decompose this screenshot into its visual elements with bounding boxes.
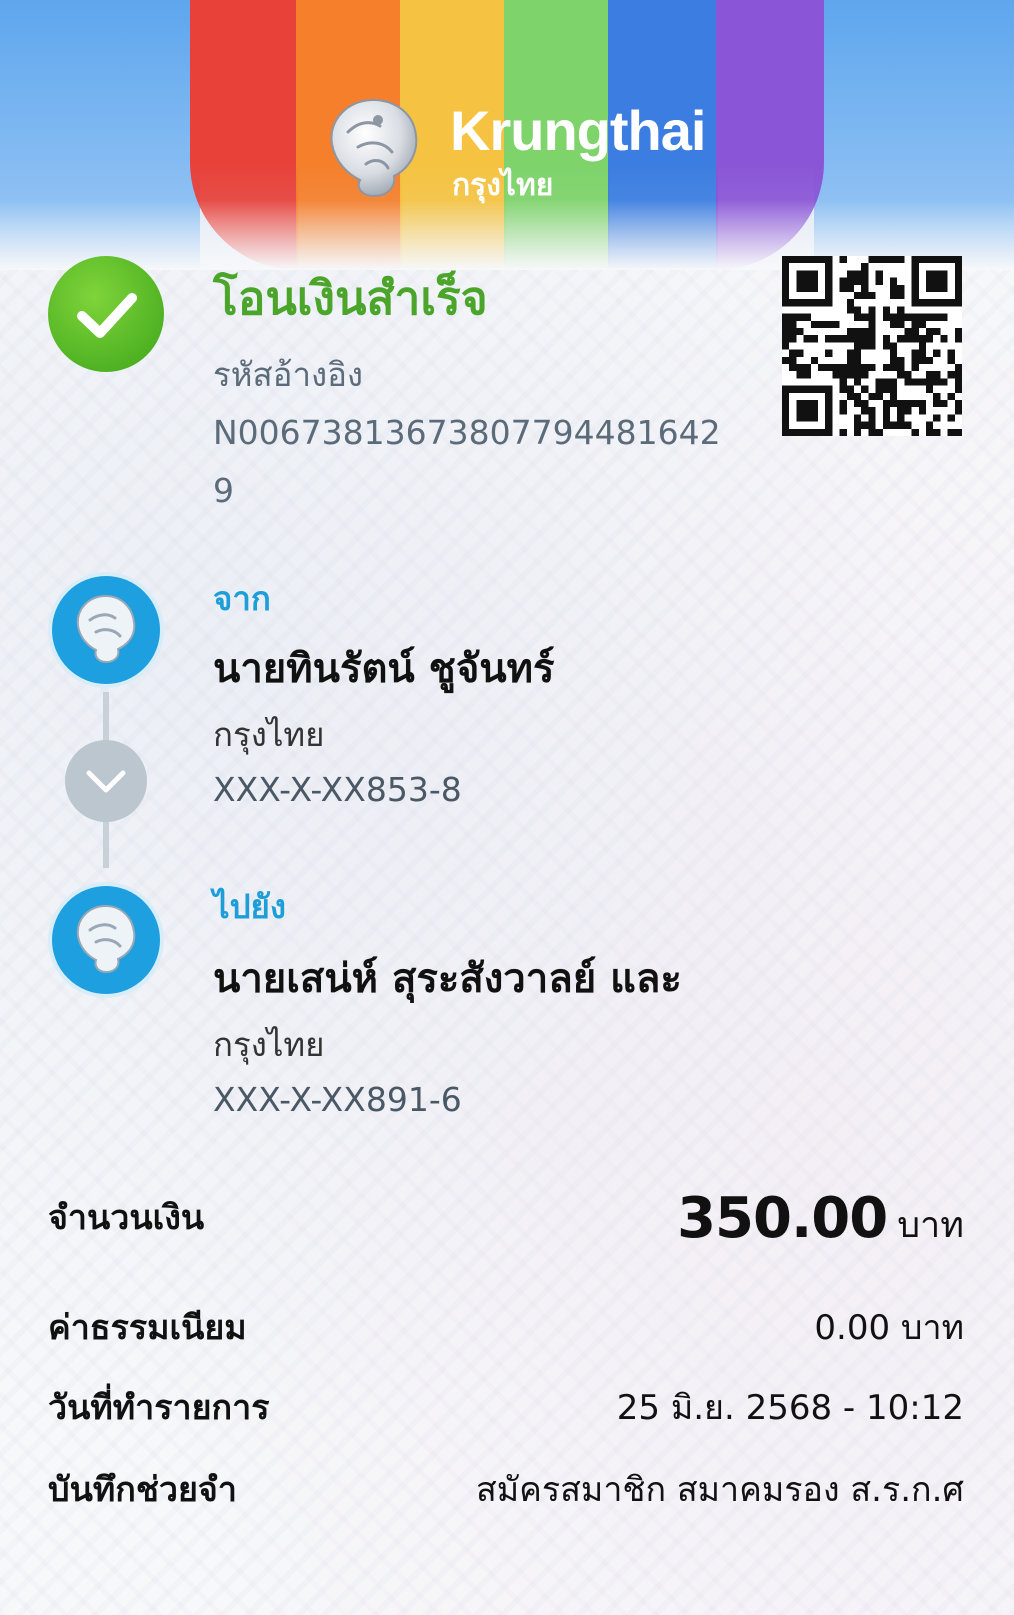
date-value: 25 มิ.ย. 2568 - 10:12: [616, 1388, 964, 1428]
from-name: นายทินรัตน์ ชูจันทร์: [213, 646, 555, 692]
reference-label: รหัสอ้างอิง: [213, 355, 364, 394]
success-check-icon: [48, 256, 164, 372]
reference-value: N006738136738077944816429: [213, 413, 721, 510]
amount-unit: บาท: [897, 1205, 964, 1246]
krungthai-phoenix-logo: [330, 98, 418, 198]
from-label: จาก: [213, 579, 271, 618]
amount-value-row: 350.00 บาท: [677, 1186, 964, 1253]
from-bank: กรุงไทย: [213, 715, 325, 754]
memo-label: บันทึกช่วยจำ: [48, 1470, 237, 1510]
qr-code[interactable]: [782, 256, 962, 436]
brand-name-th: กรุงไทย: [452, 168, 554, 203]
amount-label: จำนวนเงิน: [48, 1198, 205, 1238]
from-account: XXX-X-XX853-8: [213, 770, 462, 809]
to-bank: กรุงไทย: [213, 1025, 325, 1064]
to-bank-logo-icon: [48, 882, 164, 998]
slip-header: Krungthai กรุงไทย: [0, 0, 1014, 270]
to-label: ไปยัง: [213, 887, 286, 926]
fee-label: ค่าธรรมเนียม: [48, 1308, 247, 1348]
to-account: XXX-X-XX891-6: [213, 1080, 462, 1119]
date-label: วันที่ทำรายการ: [48, 1388, 270, 1428]
fee-value: 0.00 บาท: [814, 1308, 964, 1348]
to-name: นายเสน่ห์ สุระสังวาลย์ และ: [213, 956, 682, 1002]
brand-name-en: Krungthai: [450, 99, 706, 162]
chevron-down-icon: [65, 740, 147, 822]
amount-value: 350.00: [677, 1186, 888, 1251]
from-bank-logo-icon: [48, 572, 164, 688]
transfer-success-title: โอนเงินสำเร็จ: [213, 271, 488, 325]
memo-value: สมัครสมาชิก สมาคมรอง ส.ร.ก.ศ: [475, 1470, 964, 1510]
